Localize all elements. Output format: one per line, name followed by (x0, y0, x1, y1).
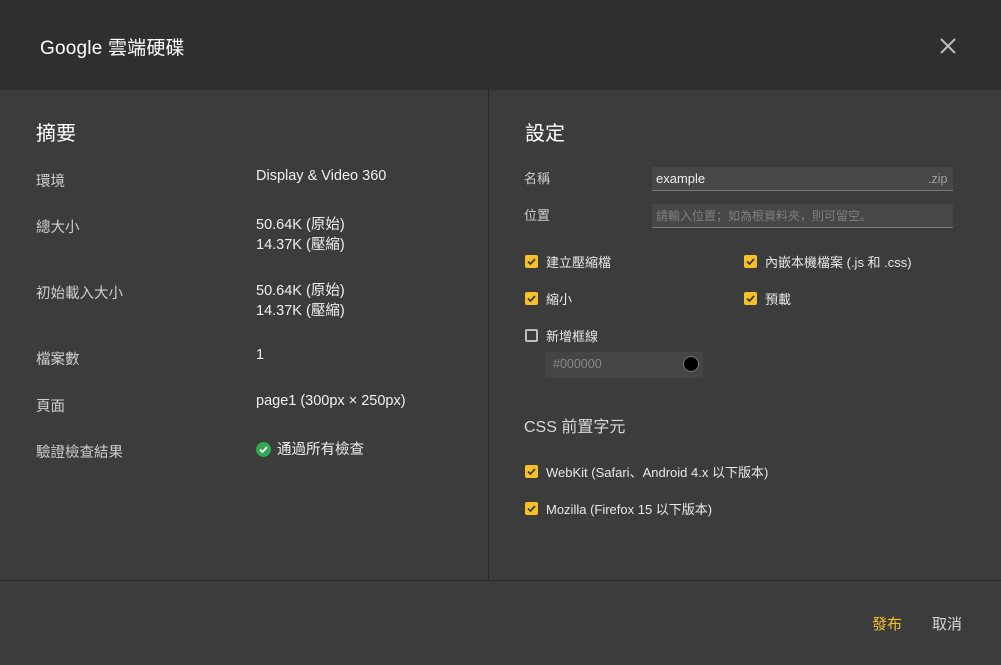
summary-label-pages: 頁面 (36, 399, 65, 415)
option-label: WebKit (Safari、Android 4.x 以下版本) (546, 465, 769, 480)
dialog-title: Google 雲端硬碟 (40, 38, 185, 59)
summary-label-file-count: 檔案數 (36, 352, 80, 368)
location-input[interactable] (652, 204, 953, 228)
option-label: 內嵌本機檔案 (.js 和 .css) (765, 255, 912, 270)
checkbox-checked-icon (744, 292, 757, 305)
checkbox-checked-icon (525, 502, 538, 515)
summary-value-initial-load-raw: 50.64K (原始) (256, 283, 345, 299)
option-webkit-prefix[interactable]: WebKit (Safari、Android 4.x 以下版本) (525, 462, 768, 481)
checkbox-checked-icon (525, 292, 538, 305)
option-label: 建立壓縮檔 (546, 255, 612, 270)
publish-button[interactable]: 發布 (872, 613, 902, 634)
summary-label-total-size: 總大小 (36, 220, 80, 236)
summary-value-pages: page1 (300px × 250px) (256, 393, 406, 409)
summary-label-initial-load: 初始載入大小 (36, 286, 123, 302)
name-label: 名稱 (524, 171, 551, 186)
zip-suffix: .zip (928, 172, 948, 186)
border-color-value: #000000 (553, 357, 602, 371)
summary-title: 摘要 (36, 123, 76, 145)
css-prefix-title: CSS 前置字元 (524, 419, 626, 436)
option-minify[interactable]: 縮小 (525, 289, 572, 308)
summary-value-validation: 通過所有檢查 (256, 440, 364, 460)
checkbox-checked-icon (525, 255, 538, 268)
option-label: 新增框線 (546, 329, 599, 344)
checkbox-checked-icon (744, 255, 757, 268)
checkbox-checked-icon (525, 465, 538, 478)
check-circle-icon (256, 442, 271, 457)
summary-value-file-count: 1 (256, 347, 265, 363)
option-label: Mozilla (Firefox 15 以下版本) (546, 502, 713, 517)
option-label: 縮小 (546, 292, 573, 307)
checkbox-unchecked-icon (525, 329, 538, 342)
dialog-header: Google 雲端硬碟 (0, 0, 1001, 90)
summary-label-validation: 驗證檢查結果 (36, 445, 123, 461)
location-label: 位置 (524, 208, 551, 223)
border-color-field[interactable]: #000000 (545, 352, 703, 378)
settings-title: 設定 (525, 123, 565, 145)
summary-value-total-size-raw: 50.64K (原始) (256, 217, 345, 233)
cancel-button[interactable]: 取消 (932, 613, 962, 634)
option-mozilla-prefix[interactable]: Mozilla (Firefox 15 以下版本) (525, 499, 712, 518)
summary-value-initial-load-compressed: 14.37K (壓縮) (256, 303, 345, 319)
option-create-zip[interactable]: 建立壓縮檔 (525, 252, 611, 271)
summary-panel (0, 90, 488, 580)
dialog-footer (0, 581, 1001, 665)
option-label: 預載 (765, 292, 792, 307)
summary-value-environment: Display & Video 360 (256, 168, 387, 184)
option-preload[interactable]: 預載 (744, 289, 791, 308)
option-inline-local-files[interactable]: 內嵌本機檔案 (.js 和 .css) (744, 252, 912, 271)
close-icon (940, 38, 956, 54)
summary-value-total-size-compressed: 14.37K (壓縮) (256, 237, 345, 253)
validation-result-text: 通過所有檢查 (277, 442, 364, 458)
option-add-border[interactable]: 新增框線 (525, 326, 598, 345)
name-input[interactable] (652, 167, 953, 191)
close-button[interactable] (936, 34, 960, 58)
summary-label-environment: 環境 (36, 174, 65, 190)
color-picker-swatch[interactable] (683, 356, 699, 372)
